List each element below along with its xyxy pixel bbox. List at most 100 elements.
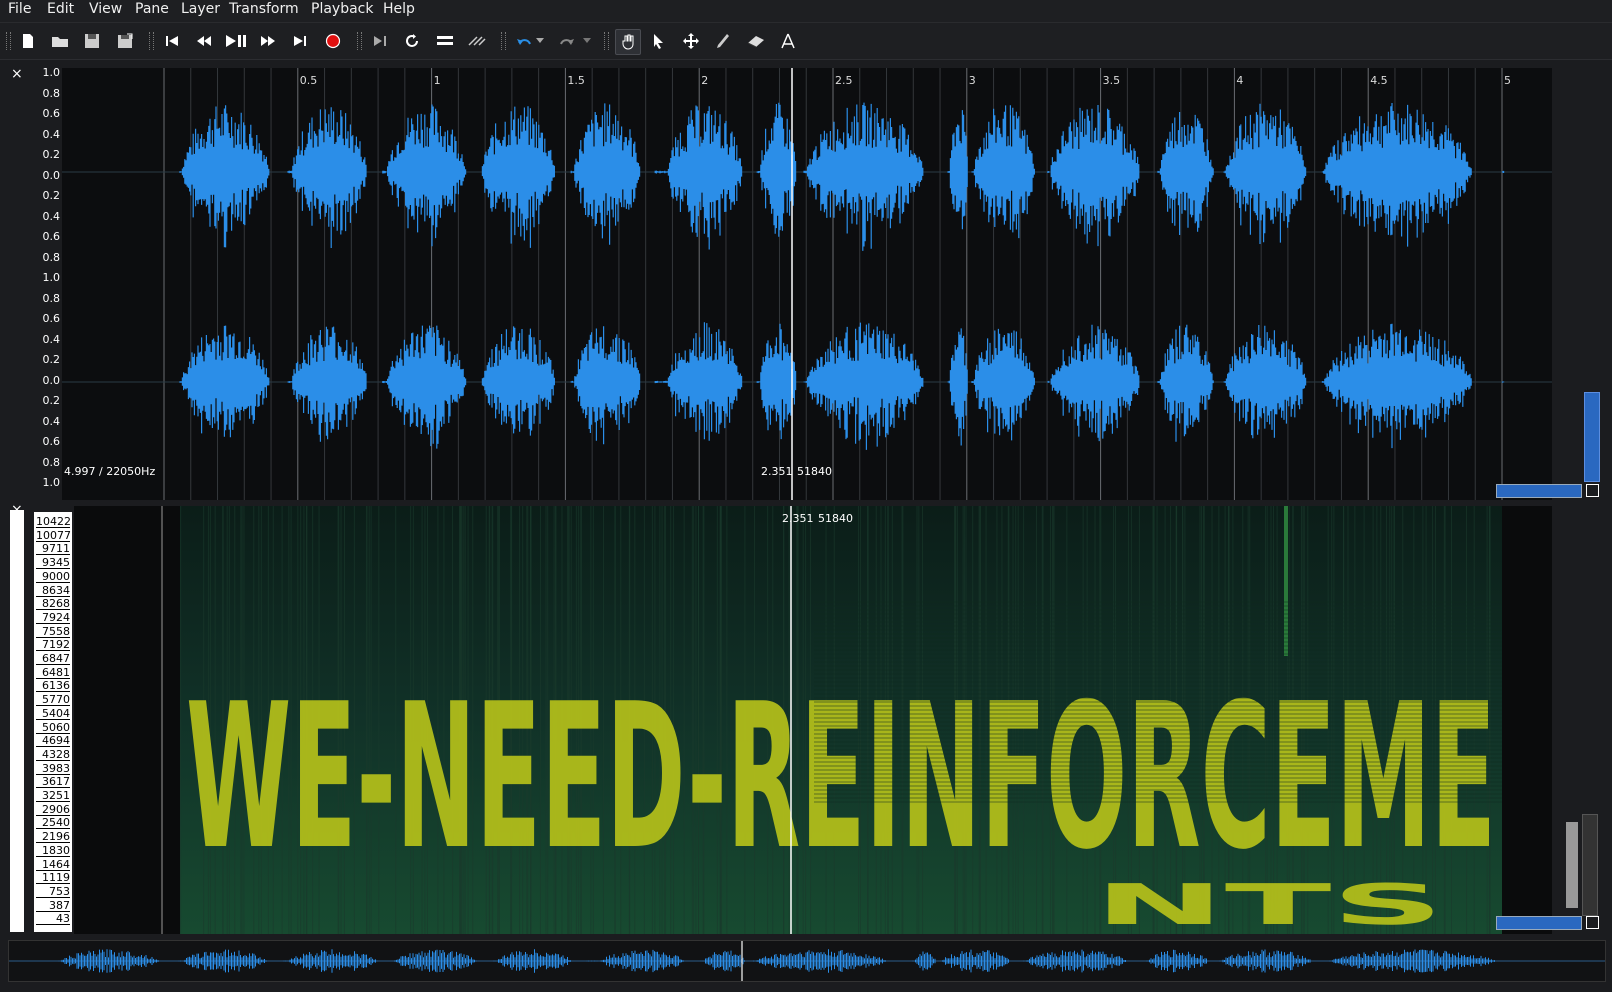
save-icon[interactable] xyxy=(80,29,104,53)
amplitude-tick-label: 0.4 xyxy=(42,414,61,428)
amplitude-tick-label: 0.6 xyxy=(42,435,61,448)
amplitude-tick-label: 0.6 xyxy=(42,230,61,243)
frequency-tick-label: 5060 xyxy=(36,722,70,734)
menu-transform[interactable]: Transform xyxy=(229,1,299,17)
toolbar-separator xyxy=(357,32,362,50)
frequency-tick-label: 753 xyxy=(36,886,70,898)
navigate-icon[interactable] xyxy=(615,29,641,55)
amplitude-tick-label: 0.2 xyxy=(42,353,61,366)
frequency-tick-label: 2196 xyxy=(36,831,70,844)
vertical-zoom-slider[interactable] xyxy=(1584,392,1600,482)
toolbar-separator xyxy=(149,32,154,50)
frequency-tick-label: 9000 xyxy=(36,571,70,583)
sample-rate-label: 4.997 / 22050Hz xyxy=(64,465,156,478)
menu-edit[interactable]: Edit xyxy=(47,1,74,17)
horizontal-zoom-slider[interactable] xyxy=(1496,484,1582,498)
frequency-tick-label: 9345 xyxy=(36,557,70,570)
amplitude-tick-label: 0.6 xyxy=(42,107,61,120)
frequency-tick-label: 8634 xyxy=(36,585,70,597)
forward-end-icon[interactable] xyxy=(288,29,312,53)
amplitude-tick-label: 0.8 xyxy=(42,455,61,469)
draw-icon[interactable] xyxy=(711,29,735,53)
toolbar xyxy=(0,23,1612,60)
menu-bar: File Edit View Pane Layer Transform Play… xyxy=(0,0,1612,23)
amplitude-tick-label: 0.8 xyxy=(42,250,61,264)
time-tick-label: 2.5 xyxy=(835,74,853,87)
new-icon[interactable] xyxy=(16,29,40,53)
redo-icon[interactable] xyxy=(555,29,579,53)
overview-waveform xyxy=(9,941,1605,981)
zoom-reset-button[interactable] xyxy=(1586,484,1599,497)
rewind-icon[interactable] xyxy=(192,29,216,53)
amplitude-tick-label: 0.0 xyxy=(42,168,61,182)
frequency-tick-label: 1119 xyxy=(36,872,70,885)
menu-help[interactable]: Help xyxy=(383,1,415,17)
cursor-time-label: 2.351 xyxy=(761,465,793,478)
frequency-tick-label: 2906 xyxy=(36,804,70,816)
frequency-tick-label: 3617 xyxy=(36,776,70,789)
close-pane-icon[interactable]: × xyxy=(11,66,23,82)
amplitude-tick-label: 0.8 xyxy=(42,291,61,305)
time-tick-label: 4 xyxy=(1236,74,1244,87)
overview-pane[interactable] xyxy=(8,940,1606,982)
measure-icon[interactable] xyxy=(776,29,800,53)
align-icon[interactable] xyxy=(465,29,489,53)
select-icon[interactable] xyxy=(647,29,671,53)
amplitude-tick-label: 0.4 xyxy=(42,332,61,346)
amplitude-tick-label: 0.6 xyxy=(42,312,61,325)
amplitude-tick-label: 0.2 xyxy=(42,394,61,407)
move-icon[interactable] xyxy=(679,29,703,53)
frequency-tick-label: 4694 xyxy=(36,735,70,748)
toolbar-grip xyxy=(6,32,11,50)
erase-icon[interactable] xyxy=(744,29,768,53)
save-as-icon[interactable] xyxy=(113,29,137,53)
fast-forward-icon[interactable] xyxy=(256,29,280,53)
frequency-tick-label: 6847 xyxy=(36,653,70,665)
record-icon[interactable] xyxy=(321,29,345,53)
spectrogram-view[interactable]: WE-NEED-REINFORCEME NTS 2.351 51840 xyxy=(74,506,1552,934)
waveform-canvas xyxy=(62,68,1552,500)
loop-icon[interactable] xyxy=(400,29,424,53)
frequency-tick-label: 4328 xyxy=(36,749,70,761)
menu-layer[interactable]: Layer xyxy=(181,1,220,17)
cursor-time-label: 2.351 xyxy=(782,512,814,525)
amplitude-scale: 1.0 0.8 0.6 0.4 0.2 0.0 0.2 0.4 0.6 0.8 1.0 0.8 0.6 0… xyxy=(28,66,62,500)
menu-pane[interactable]: Pane xyxy=(135,1,169,17)
frequency-tick-label: 10422 xyxy=(36,515,71,528)
amplitude-tick-label: 1.0 xyxy=(42,66,61,79)
frequency-tick-label: 6136 xyxy=(36,680,70,693)
amplitude-tick-label: 0.2 xyxy=(42,189,61,202)
frequency-tick-label: 1830 xyxy=(36,845,70,857)
amplitude-tick-label: 1.0 xyxy=(42,271,61,284)
constrain-playback-icon[interactable] xyxy=(368,29,392,53)
horizontal-zoom-slider[interactable] xyxy=(1496,916,1582,930)
solo-icon[interactable] xyxy=(433,29,457,53)
waveform-view[interactable]: 4.997 / 22050Hz 2.351 51840 0.5 1 1.5 2 2.5 3… xyxy=(62,68,1552,500)
waveform-pane[interactable]: × 1.0 0.8 0.6 0.4 0.2 0.0 0.2 0.4 0.6 0.8 1.0 0.8 0.… xyxy=(0,62,1612,502)
gain-slider[interactable] xyxy=(1582,814,1598,916)
time-tick-label: 3 xyxy=(968,74,976,87)
play-pause-icon[interactable] xyxy=(224,29,248,53)
amplitude-tick-label: 0.4 xyxy=(42,209,61,223)
frequency-tick-label: 387 xyxy=(36,900,70,912)
frequency-tick-label: 1464 xyxy=(36,859,70,871)
cursor-frame-label: 51840 xyxy=(797,465,832,478)
menu-file[interactable]: File xyxy=(8,1,31,17)
redo-dropdown-icon[interactable] xyxy=(580,29,594,53)
spectrogram-pane[interactable]: × 10422100779711934590008634826879247558… xyxy=(0,502,1612,936)
toolbar-separator xyxy=(604,32,609,50)
time-tick-label: 2 xyxy=(701,74,709,87)
menu-playback[interactable]: Playback xyxy=(311,1,373,17)
frequency-tick-label: 5770 xyxy=(36,694,70,707)
vertical-zoom-slider[interactable] xyxy=(1566,822,1578,908)
undo-dropdown-icon[interactable] xyxy=(533,29,547,53)
menu-view[interactable]: View xyxy=(89,1,122,17)
hidden-message-text-2: NTS xyxy=(1094,873,1444,934)
rewind-start-icon[interactable] xyxy=(160,29,184,53)
zoom-reset-button[interactable] xyxy=(1586,916,1599,929)
amplitude-tick-label: 0.2 xyxy=(42,148,61,161)
time-tick-label: 5 xyxy=(1504,74,1511,87)
open-icon[interactable] xyxy=(48,29,72,53)
frequency-tick-label: 7924 xyxy=(36,612,70,624)
frequency-tick-label: 5404 xyxy=(36,708,70,720)
